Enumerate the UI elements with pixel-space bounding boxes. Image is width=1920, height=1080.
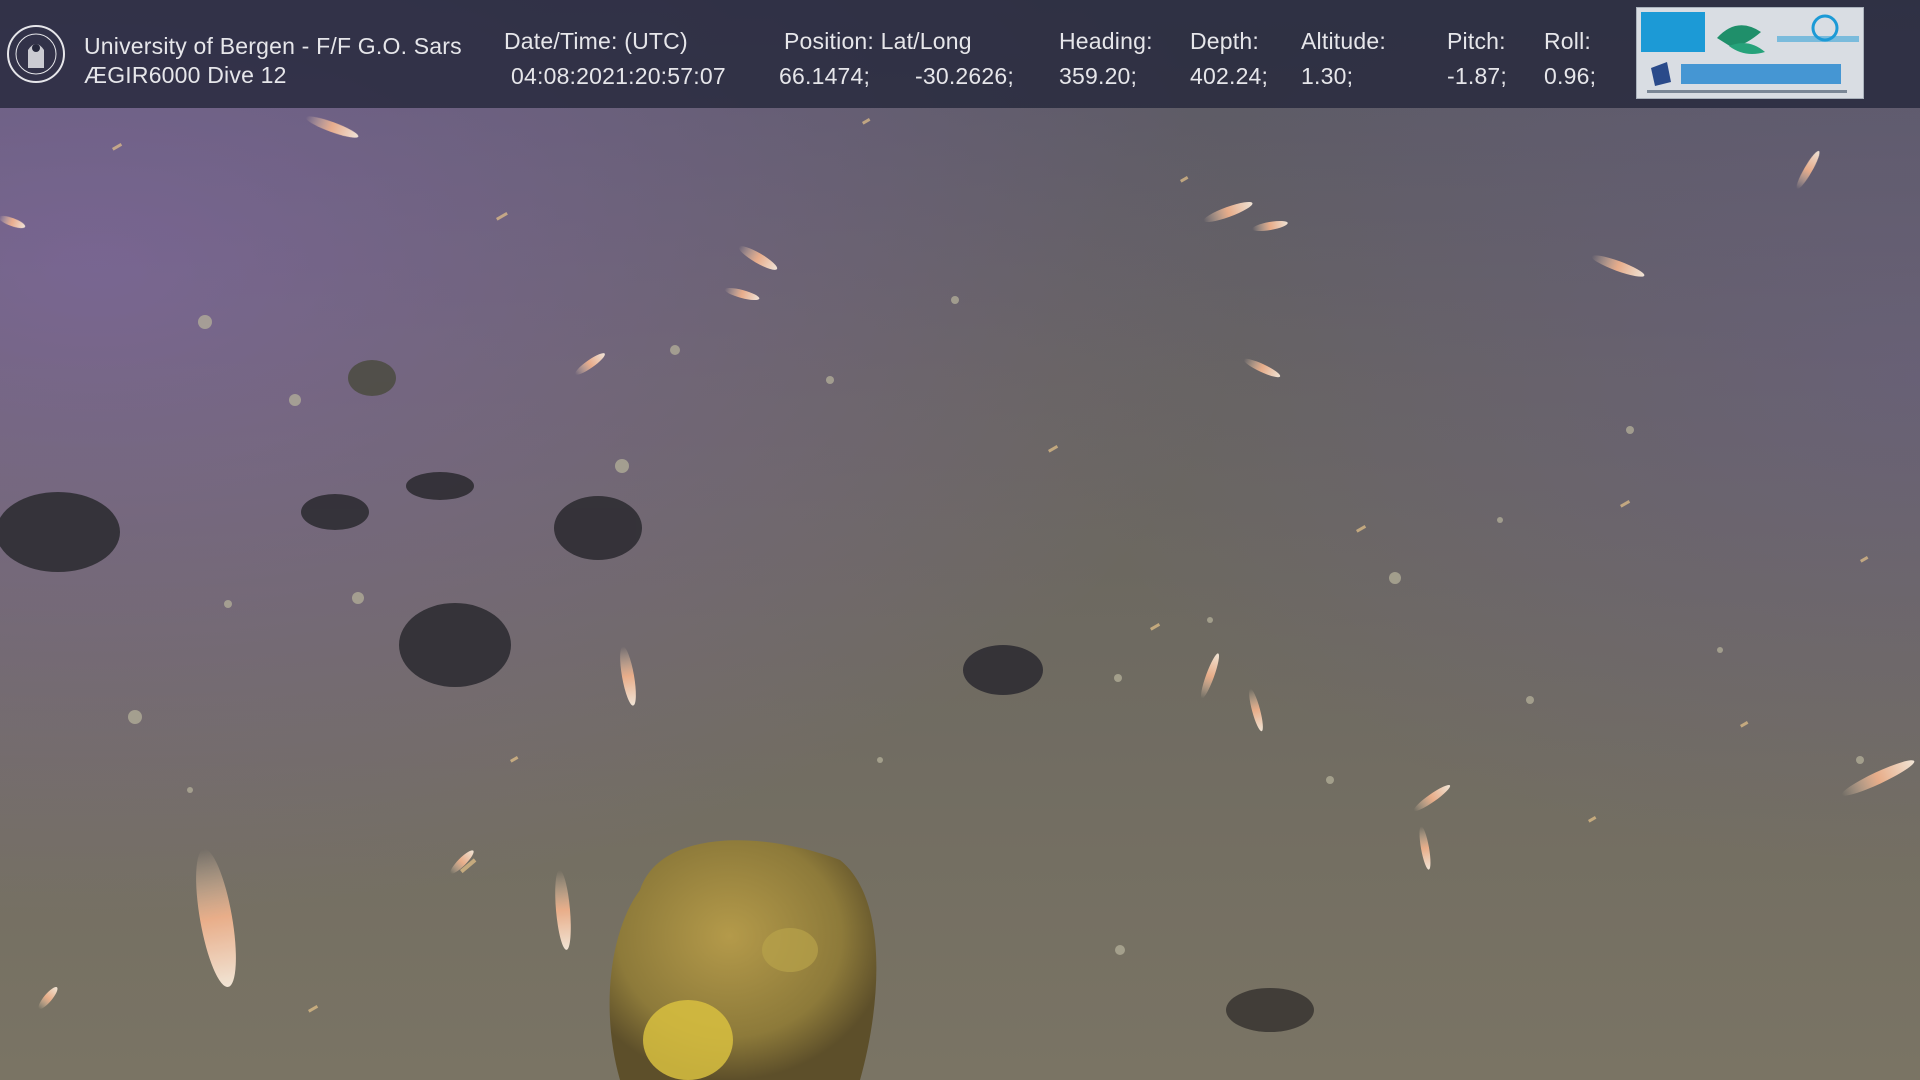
- altitude-label: Altitude:: [1301, 28, 1386, 54]
- position-label: Position: Lat/Long: [784, 28, 972, 54]
- pitch-value: -1.87;: [1447, 63, 1508, 89]
- depth-label: Depth:: [1190, 28, 1259, 54]
- roll-label: Roll:: [1544, 28, 1592, 54]
- datetime-value: 04:08:2021:20:57:07: [511, 63, 726, 89]
- datetime-label: Date/Time: (UTC): [504, 28, 688, 54]
- pitch-label: Pitch:: [1447, 28, 1506, 54]
- seafloor-scene: [0, 0, 1920, 1080]
- depth-value: 402.24;: [1190, 63, 1269, 89]
- altitude-value: 1.30;: [1301, 63, 1354, 89]
- institution-label: University of Bergen - F/F G.O. Sars: [84, 33, 462, 59]
- heading-label: Heading:: [1059, 28, 1153, 54]
- roll-value: 0.96;: [1544, 63, 1597, 89]
- dive-label: ÆGIR6000 Dive 12: [84, 62, 287, 88]
- partner-logos-icon: [1636, 7, 1864, 99]
- yellow-rock: [609, 840, 877, 1080]
- university-seal-icon: [7, 25, 65, 83]
- telemetry-overlay: University of Bergen - F/F G.O. Sars ÆGI…: [0, 0, 1920, 108]
- latitude-value: 66.1474;: [779, 63, 871, 89]
- right-light-tint: [0, 0, 1920, 1080]
- longitude-value: -30.2626;: [915, 63, 1014, 89]
- heading-value: 359.20;: [1059, 63, 1138, 89]
